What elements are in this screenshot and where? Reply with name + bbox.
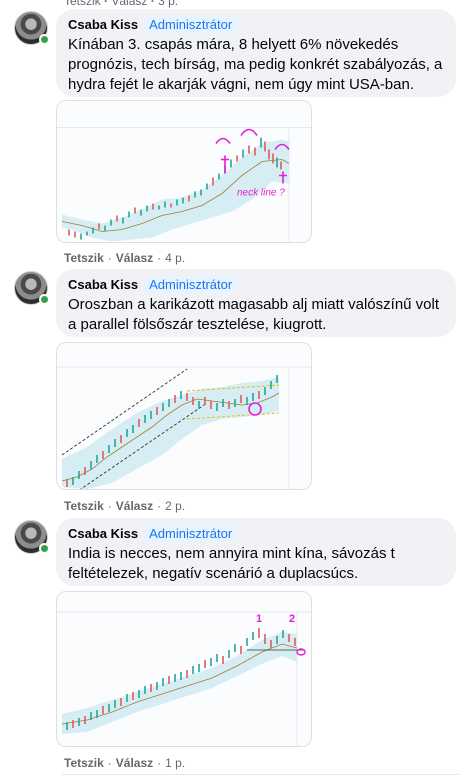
reply-link[interactable]: Válasz: [111, 0, 147, 8]
online-status-dot: [39, 34, 50, 45]
comment-text: Kínában 3. csapás mára, 8 helyett 6% növ…: [68, 36, 443, 93]
like-link[interactable]: Tetszik: [64, 756, 104, 770]
like-link[interactable]: Tetszik: [64, 251, 104, 265]
comment-actions: Tetszik · Válasz · 2 p.: [64, 499, 186, 513]
comment-actions: Tetszik · Válasz · 1 p.: [64, 756, 186, 770]
attached-chart-image[interactable]: 1 2: [56, 591, 312, 747]
comment-bubble: Csaba Kiss Adminisztrátor Oroszban a kar…: [56, 269, 456, 337]
stock-chart: neck line ?: [57, 119, 311, 242]
attached-chart-image[interactable]: [56, 342, 312, 490]
timestamp[interactable]: 2 p.: [165, 499, 185, 513]
chart-peak-label: 1: [256, 613, 262, 625]
author-name[interactable]: Csaba Kiss: [68, 526, 138, 541]
admin-badge: Adminisztrátor: [144, 525, 238, 542]
admin-badge: Adminisztrátor: [144, 16, 238, 33]
author-name[interactable]: Csaba Kiss: [68, 277, 138, 292]
stock-chart: [57, 359, 311, 489]
like-link[interactable]: Tetszik: [64, 0, 101, 8]
chart-annotation: neck line ?: [237, 188, 285, 199]
reply-link[interactable]: Válasz: [116, 499, 153, 513]
divider: [62, 774, 460, 775]
like-link[interactable]: Tetszik: [64, 499, 104, 513]
online-status-dot: [39, 294, 50, 305]
previous-comment-actions: Tetszik · Válasz · 3 p.: [64, 0, 178, 8]
timestamp[interactable]: 3 p.: [158, 0, 178, 8]
online-status-dot: [39, 543, 50, 554]
comment-actions: Tetszik · Válasz · 4 p.: [64, 251, 186, 265]
author-name[interactable]: Csaba Kiss: [68, 17, 138, 32]
admin-badge: Adminisztrátor: [144, 276, 238, 293]
comment-bubble: Csaba Kiss Adminisztrátor India is necce…: [56, 518, 456, 586]
comment-text: India is necces, nem annyira mint kína, …: [68, 545, 395, 582]
comment-bubble: Csaba Kiss Adminisztrátor Kínában 3. csa…: [56, 9, 456, 97]
attached-chart-image[interactable]: neck line ?: [56, 100, 312, 243]
stock-chart: 1 2: [57, 604, 311, 746]
timestamp[interactable]: 4 p.: [165, 251, 185, 265]
comment-text: Oroszban a karikázott magasabb alj miatt…: [68, 296, 440, 333]
reply-link[interactable]: Válasz: [116, 251, 153, 265]
chart-peak-label: 2: [289, 613, 295, 625]
timestamp[interactable]: 1 p.: [165, 756, 185, 770]
reply-link[interactable]: Válasz: [116, 756, 153, 770]
